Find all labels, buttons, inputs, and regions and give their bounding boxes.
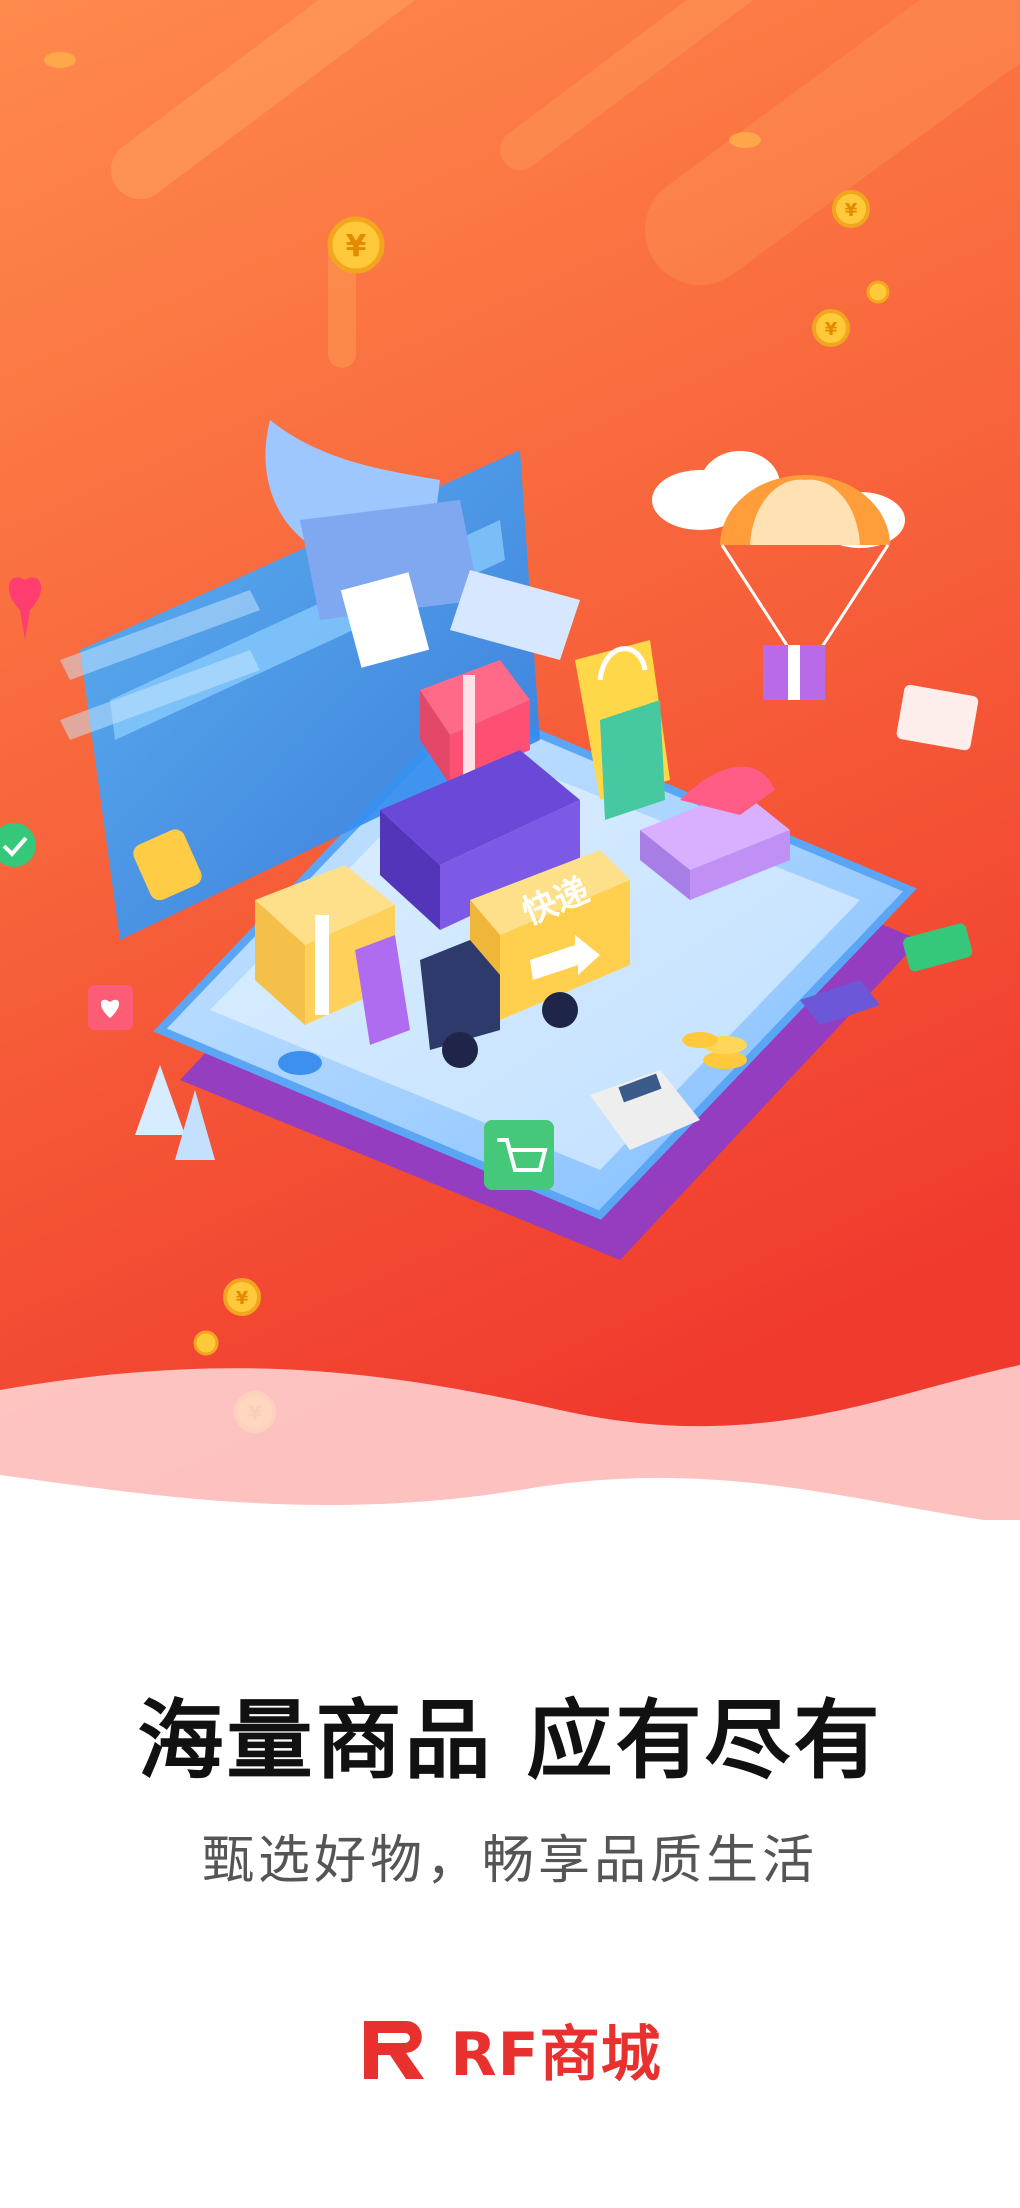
- rf-logo-icon: [358, 2013, 432, 2087]
- brand-name: RF商城: [450, 2020, 662, 2090]
- shopping-cart-badge-icon: [484, 1120, 554, 1190]
- headline: 海量商品 应有尽有: [137, 1691, 883, 1791]
- svg-text:¥: ¥: [236, 1288, 249, 1309]
- brand-lockup: RF商城: [0, 2006, 1020, 2093]
- svg-text:¥: ¥: [346, 229, 367, 264]
- hero-illustration: ¥ ¥ ¥ ¥ ¥: [0, 0, 1020, 1560]
- svg-text:¥: ¥: [845, 200, 858, 221]
- subline: 甄选好物，畅享品质生活: [201, 1831, 818, 1891]
- splash-screen: ¥ ¥ ¥ ¥ ¥: [0, 0, 1020, 2208]
- svg-text:¥: ¥: [825, 319, 838, 340]
